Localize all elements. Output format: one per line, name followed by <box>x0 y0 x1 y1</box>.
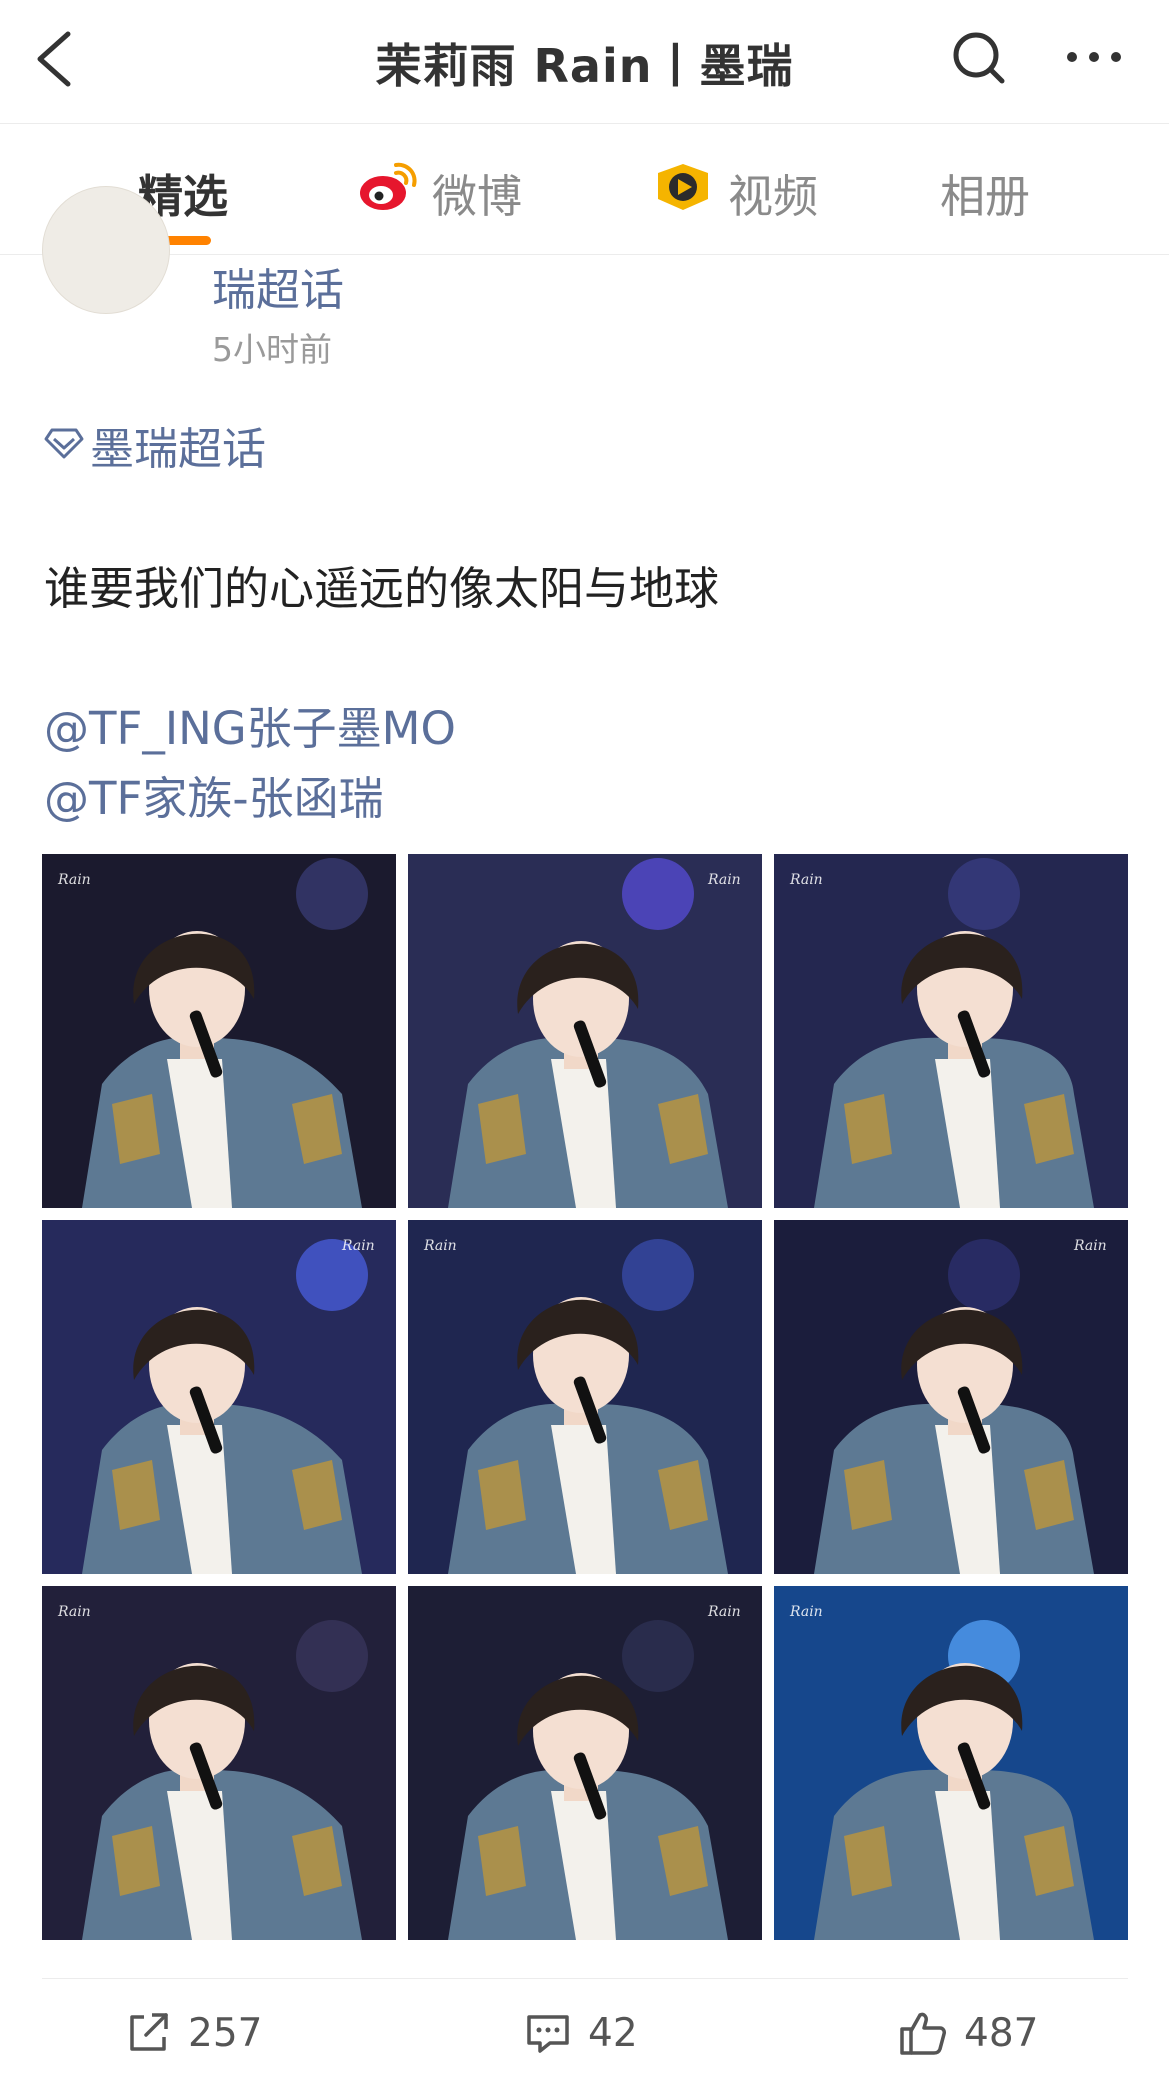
search-icon <box>953 32 1005 84</box>
comment-count: 42 <box>588 2010 638 2056</box>
post-photo[interactable]: Rain <box>408 1220 762 1574</box>
tab-label: 微博 <box>432 169 523 223</box>
tab-bar: 精选 微博 视频 相册 <box>0 124 1169 255</box>
post-photo[interactable]: Rain <box>42 854 396 1208</box>
thumbs-up-icon <box>900 2012 946 2055</box>
svg-text:Rain: Rain <box>789 872 823 888</box>
more-button[interactable] <box>1064 32 1124 82</box>
tab-video[interactable]: 视频 <box>652 161 819 224</box>
avatar[interactable] <box>42 186 170 314</box>
post-photo[interactable]: Rain <box>774 854 1128 1208</box>
chevron-left-icon <box>37 31 71 87</box>
svg-text:Rain: Rain <box>789 1604 823 1620</box>
tab-album[interactable]: 相册 <box>940 162 1031 223</box>
svg-text:Rain: Rain <box>57 872 91 888</box>
page-title: 茉莉雨 Rain丨墨瑞 <box>375 39 794 93</box>
comment-icon <box>527 2015 569 2053</box>
comment-button[interactable]: 42 <box>524 2003 638 2063</box>
top-navigation-bar: 茉莉雨 Rain丨墨瑞 <box>0 0 1169 124</box>
repost-count: 257 <box>188 2010 263 2056</box>
back-button[interactable] <box>28 26 88 92</box>
post-photo[interactable]: Rain <box>408 854 762 1208</box>
post-photo[interactable]: Rain <box>774 1220 1128 1574</box>
svg-text:Rain: Rain <box>707 872 741 888</box>
share-icon <box>130 2013 168 2051</box>
tab-label: 视频 <box>728 169 819 223</box>
post-photo[interactable]: Rain <box>408 1586 762 1940</box>
diamond-icon <box>44 420 84 471</box>
like-button[interactable]: 487 <box>898 2003 1038 2063</box>
post-photo[interactable]: Rain <box>42 1586 396 1940</box>
video-play-icon <box>652 161 714 224</box>
super-topic-link[interactable]: 墨瑞超话 <box>44 413 266 477</box>
weibo-logo-icon <box>358 161 418 224</box>
search-button[interactable] <box>950 28 1010 88</box>
post-timestamp: 5小时前 <box>212 330 332 369</box>
mention-link[interactable]: @TF_ING张子墨MO <box>44 692 456 757</box>
photo-grid: Rain Rain Rain Rain Rain Rain Rain Rain Rain <box>42 854 1128 1940</box>
author-name[interactable]: 瑞超话 <box>212 254 344 318</box>
divider <box>42 1978 1128 1979</box>
svg-text:Rain: Rain <box>423 1238 457 1254</box>
repost-button[interactable]: 257 <box>124 2003 262 2063</box>
post-photo[interactable]: Rain <box>42 1220 396 1574</box>
svg-text:Rain: Rain <box>57 1604 91 1620</box>
svg-text:Rain: Rain <box>1073 1238 1107 1254</box>
like-count: 487 <box>964 2010 1039 2056</box>
mention-link[interactable]: @TF家族-张函瑞 <box>44 762 384 827</box>
topic-label: 墨瑞超话 <box>90 424 266 475</box>
more-horizontal-icon <box>1067 52 1121 62</box>
tab-label: 相册 <box>940 169 1031 223</box>
svg-text:Rain: Rain <box>341 1238 375 1254</box>
post-photo[interactable]: Rain <box>774 1586 1128 1940</box>
tab-weibo[interactable]: 微博 <box>358 161 523 224</box>
svg-text:Rain: Rain <box>707 1604 741 1620</box>
post-text: 谁要我们的心遥远的像太阳与地球 <box>44 562 720 615</box>
